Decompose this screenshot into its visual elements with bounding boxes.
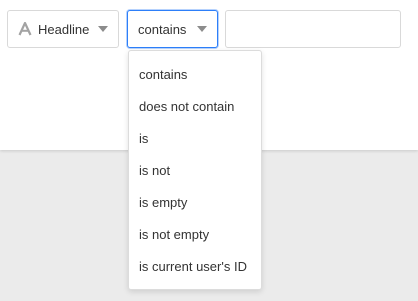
filter-value-field[interactable] (225, 10, 401, 48)
text-a-icon (18, 22, 32, 36)
menu-item-is[interactable]: is (129, 123, 261, 155)
operator-select-label: contains (138, 21, 187, 37)
filter-value-input[interactable] (226, 11, 400, 47)
menu-item-is-not[interactable]: is not (129, 155, 261, 187)
menu-item-does-not-contain[interactable]: does not contain (129, 91, 261, 123)
menu-item-is-not-empty[interactable]: is not empty (129, 219, 261, 251)
field-select-label: Headline (38, 21, 90, 37)
chevron-down-icon (98, 26, 108, 32)
field-select[interactable]: Headline (7, 10, 119, 48)
operator-select[interactable]: contains (127, 10, 218, 48)
menu-item-contains[interactable]: contains (129, 59, 261, 91)
chevron-down-icon (197, 26, 207, 32)
operator-dropdown-menu: contains does not contain is is not is e… (128, 50, 262, 290)
menu-item-is-current-users-id[interactable]: is current user's ID (129, 251, 261, 283)
menu-item-is-empty[interactable]: is empty (129, 187, 261, 219)
